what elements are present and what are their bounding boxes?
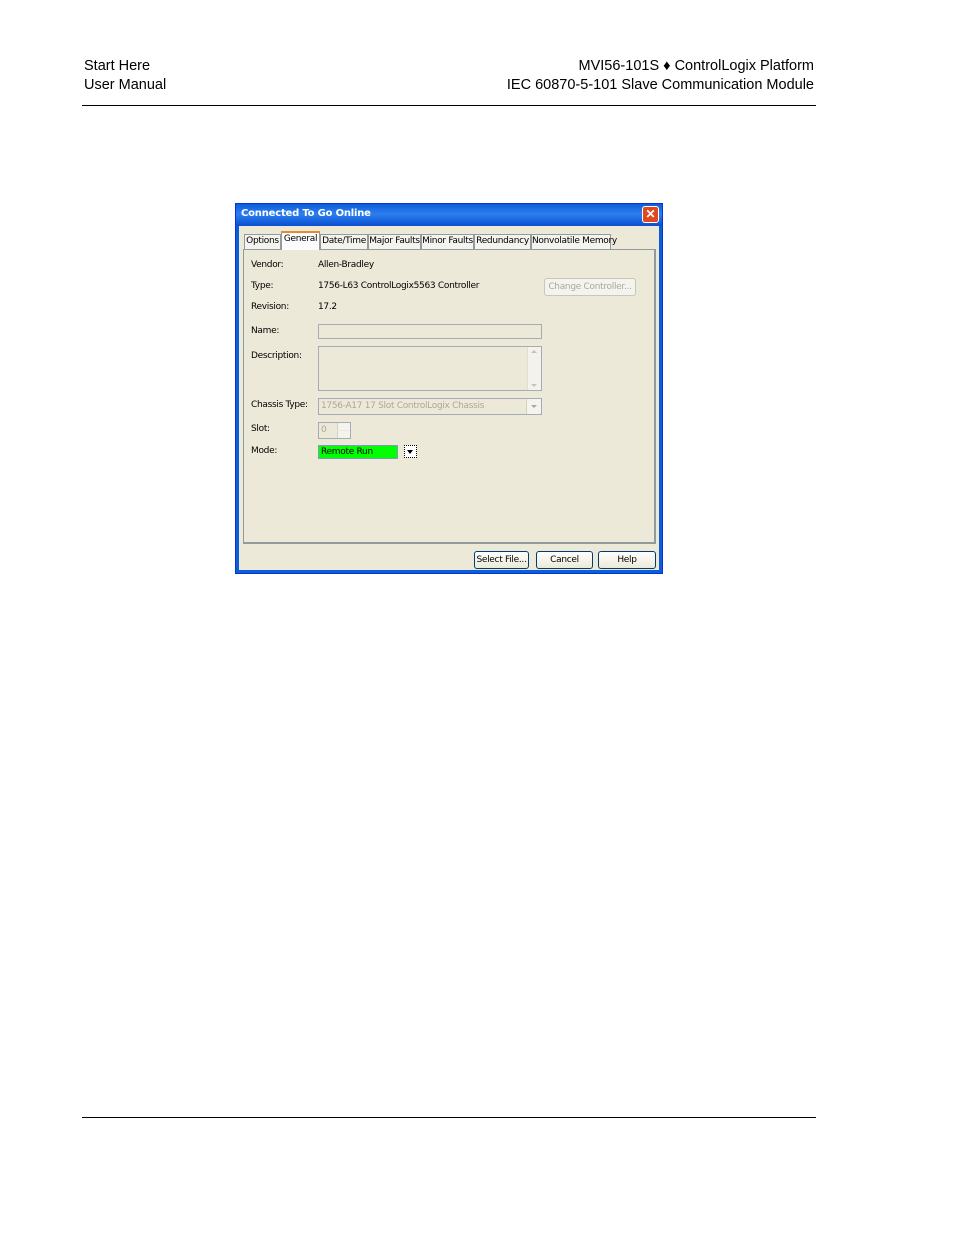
- vendor-value: Allen-Bradley: [318, 260, 374, 270]
- tab-date-time[interactable]: Date/Time: [320, 234, 368, 249]
- doc-section: Start Here: [84, 58, 151, 74]
- select-file-button[interactable]: Select File...: [474, 551, 529, 569]
- type-value: 1756-L63 ControlLogix5563 Controller: [318, 281, 480, 291]
- header-right: MVI56-101S ♦ ControlLogix Platform IEC 6…: [507, 57, 814, 95]
- close-icon: ✕: [645, 207, 656, 221]
- general-panel: Vendor: Allen-Bradley Type: 1756-L63 Con…: [243, 249, 656, 544]
- tab-redundancy[interactable]: Redundancy: [474, 234, 531, 249]
- connected-dialog: Connected To Go Online ✕ Options General…: [235, 203, 663, 574]
- dialog-titlebar[interactable]: Connected To Go Online ✕: [236, 204, 662, 226]
- name-field[interactable]: [318, 324, 542, 339]
- chassis-type-label: Chassis Type:: [251, 400, 308, 410]
- product-name: MVI56-101S ♦ ControlLogix Platform: [578, 58, 814, 74]
- name-label: Name:: [251, 326, 280, 336]
- mode-display: Remote Run: [318, 445, 398, 459]
- mode-dropdown-icon: [407, 450, 413, 454]
- mode-value: Remote Run: [321, 447, 373, 457]
- tab-general[interactable]: General: [281, 231, 320, 250]
- description-label: Description:: [251, 351, 302, 361]
- tab-minor-faults[interactable]: Minor Faults: [421, 234, 474, 249]
- tab-major-faults[interactable]: Major Faults: [368, 234, 421, 249]
- slot-value: 0: [321, 425, 327, 435]
- help-button[interactable]: Help: [598, 551, 656, 569]
- tab-nonvolatile-memory[interactable]: Nonvolatile Memory: [531, 234, 617, 249]
- dialog-client: Options General Date/Time Major Faults M…: [239, 226, 659, 570]
- scroll-up-icon[interactable]: [531, 350, 537, 353]
- scroll-down-icon[interactable]: [531, 384, 537, 387]
- close-button[interactable]: ✕: [642, 206, 659, 223]
- footer-rule: [82, 1117, 816, 1118]
- chassis-type-value: 1756-A17 17 Slot ControlLogix Chassis: [321, 401, 485, 411]
- description-field[interactable]: [318, 346, 542, 391]
- revision-value: 17.2: [318, 302, 337, 312]
- cancel-button[interactable]: Cancel: [536, 551, 593, 569]
- dialog-title: Connected To Go Online: [241, 208, 371, 219]
- slot-label: Slot:: [251, 424, 270, 434]
- stepper-down-icon[interactable]: [337, 431, 350, 438]
- chevron-down-icon[interactable]: [526, 399, 541, 414]
- revision-label: Revision:: [251, 302, 289, 312]
- module-name: IEC 60870-5-101 Slave Communication Modu…: [506, 77, 814, 93]
- change-controller-button[interactable]: Change Controller...: [544, 278, 636, 296]
- header-rule: [82, 105, 816, 106]
- type-label: Type:: [251, 281, 274, 291]
- vendor-label: Vendor:: [251, 260, 284, 270]
- chassis-type-select[interactable]: 1756-A17 17 Slot ControlLogix Chassis: [318, 398, 542, 415]
- header-left: Start Here User Manual: [84, 57, 166, 95]
- mode-menu-button[interactable]: [404, 445, 417, 458]
- tab-options[interactable]: Options: [244, 234, 281, 249]
- description-scrollbar[interactable]: [527, 347, 541, 390]
- stepper-up-icon[interactable]: [337, 423, 350, 430]
- mode-label: Mode:: [251, 446, 278, 456]
- doc-type: User Manual: [84, 77, 167, 93]
- slot-stepper[interactable]: 0: [318, 422, 351, 439]
